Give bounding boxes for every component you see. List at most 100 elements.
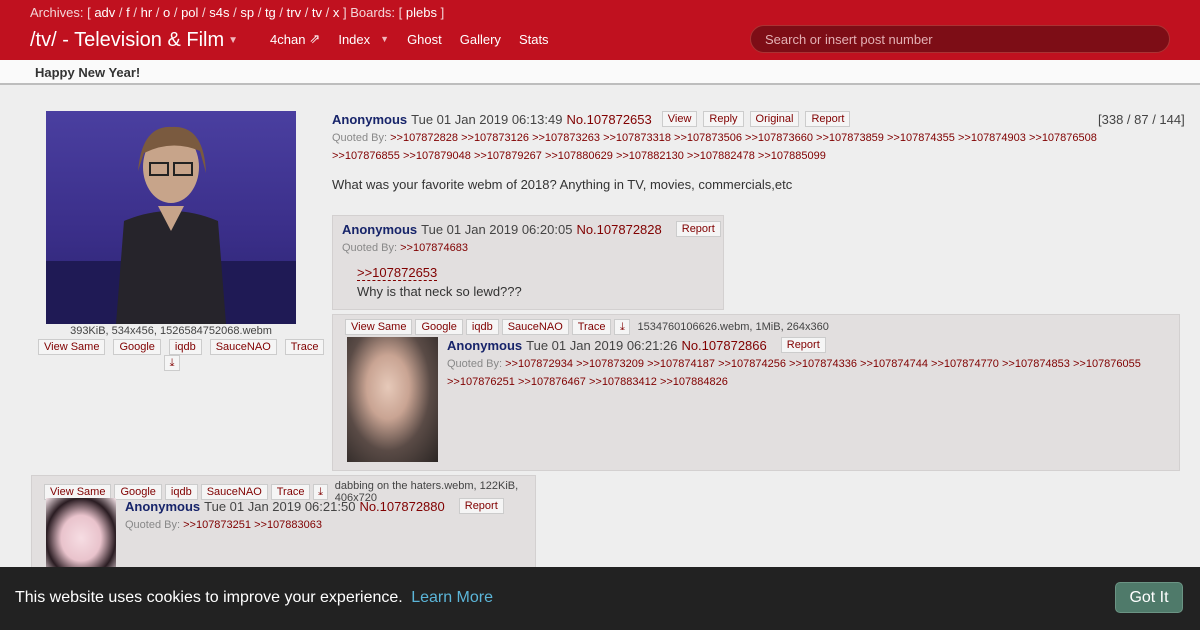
backlink[interactable]: >>107874853 [1002,358,1070,370]
post-number[interactable]: No.107872866 [681,338,766,353]
op-comment: What was your favorite webm of 2018? Any… [332,177,793,192]
backlink[interactable]: >>107876855 [332,150,400,162]
google-button[interactable]: Google [113,339,161,355]
op-thumbnail-image [46,126,296,324]
saucenao-button[interactable]: SauceNAO [501,319,569,335]
backlink[interactable]: >>107873506 [674,132,742,144]
google-button[interactable]: Google [415,319,463,335]
backlink[interactable]: >>107873660 [745,132,813,144]
archive-link-tg[interactable]: tg [265,5,276,20]
backlink[interactable]: >>107880629 [545,150,613,162]
backlink[interactable]: >>107874744 [860,358,928,370]
archive-link-adv[interactable]: adv [94,5,115,20]
post-number[interactable]: No.107872653 [566,112,651,127]
report-button[interactable]: Report [675,221,721,237]
backlink[interactable]: >>107872934 [505,358,573,370]
iqdb-button[interactable]: iqdb [465,319,499,335]
backlink[interactable]: >>107873318 [603,132,671,144]
backlink[interactable]: >>107874187 [647,358,715,370]
view-button[interactable]: View [661,111,698,127]
nav-index-label: Index [338,31,371,47]
report-button[interactable]: Report [458,498,504,514]
op-post-header: Anonymous Tue 01 Jan 2019 06:13:49 No.10… [332,111,851,127]
backlink[interactable]: >>107876508 [1029,132,1097,144]
cookie-banner: This website uses cookies to improve you… [0,567,1200,630]
archive-link-s4s[interactable]: s4s [209,5,229,20]
archive-link-trv[interactable]: trv [287,5,301,20]
backlink[interactable]: >>107885099 [758,150,826,162]
backlink[interactable]: >>107874336 [789,358,857,370]
main-nav: 4chan ⇗ Index ▼ Ghost Gallery Stats [270,31,567,47]
op-file-buttons: View Same Google iqdb SauceNAO Trace [38,339,325,355]
post-number[interactable]: No.107872828 [576,222,661,237]
nav-gallery[interactable]: Gallery [460,31,501,47]
post-thumbnail[interactable] [46,498,116,571]
report-button[interactable]: Report [805,111,851,127]
iqdb-button[interactable]: iqdb [168,339,202,355]
poster-name: Anonymous [332,111,408,127]
backlink[interactable]: >>107879048 [403,150,471,162]
nav-index[interactable]: Index ▼ [338,31,389,47]
nav-stats[interactable]: Stats [519,31,549,47]
original-button[interactable]: Original [749,111,800,127]
search-input[interactable] [750,25,1170,53]
backlink[interactable]: >>107874355 [887,132,955,144]
backlink[interactable]: >>107873859 [816,132,884,144]
op-thumbnail[interactable] [46,111,296,324]
quote-link[interactable]: >>107872653 [357,265,438,281]
file-buttons: View Same Google iqdb SauceNAO Trace ⤓ 1… [345,319,829,335]
post-date: Tue 01 Jan 2019 06:21:50 [204,498,356,514]
learn-more-link[interactable]: Learn More [411,589,493,606]
post-comment: Why is that neck so lewd??? [357,284,522,299]
archive-link-f[interactable]: f [126,5,130,20]
view-same-button[interactable]: View Same [38,339,106,355]
download-icon[interactable]: ⤓ [614,319,631,335]
report-button[interactable]: Report [780,337,826,353]
backlink[interactable]: >>107874770 [931,358,999,370]
post-number[interactable]: No.107872880 [359,499,444,514]
board-title-dropdown[interactable]: /tv/ - Television & Film ▼ [30,29,238,52]
post-thumbnail[interactable] [347,337,438,462]
backlink[interactable]: >>107873126 [461,132,529,144]
backlink[interactable]: >>107882130 [616,150,684,162]
backlink[interactable]: >>107874903 [958,132,1026,144]
backlink[interactable]: >>107872828 [390,132,458,144]
thread-counts: [338 / 87 / 144] [1098,112,1185,127]
backlink[interactable]: >>107884826 [660,376,728,388]
backlink[interactable]: >>107876467 [518,376,586,388]
op-file-info: 393KiB, 534x456, 1526584752068.webm [70,325,272,337]
announcement-text: Happy New Year! [35,65,141,80]
board-link-plebs[interactable]: plebs [406,5,437,20]
backlink[interactable]: >>107879267 [474,150,542,162]
saucenao-button[interactable]: SauceNAO [209,339,277,355]
backlink[interactable]: >>107873263 [532,132,600,144]
backlink[interactable]: >>107876251 [447,376,515,388]
view-same-button[interactable]: View Same [345,319,413,335]
backlink[interactable]: >>107874683 [400,242,468,254]
reply-post: View Same Google iqdb SauceNAO Trace ⤓ 1… [332,314,1180,471]
archive-link-o[interactable]: o [163,5,170,20]
reply-button[interactable]: Reply [703,111,744,127]
archive-link-sp[interactable]: sp [240,5,254,20]
poster-name: Anonymous [342,221,418,237]
backlink[interactable]: >>107882478 [687,150,755,162]
archives-bar: Archives: [ adv / f / hr / o / pol / s4s… [30,5,445,20]
backlink[interactable]: >>107883063 [254,519,322,531]
got-it-button[interactable]: Got It [1115,582,1183,613]
backlink[interactable]: >>107873251 [183,519,251,531]
archive-link-pol[interactable]: pol [181,5,198,20]
external-link-icon: ⇗ [309,31,321,46]
nav-ghost[interactable]: Ghost [407,31,442,47]
archive-link-hr[interactable]: hr [141,5,153,20]
backlink[interactable]: >>107883412 [589,376,657,388]
trace-button[interactable]: Trace [284,339,325,355]
download-icon[interactable]: ⤓ [164,355,180,371]
backlink[interactable]: >>107876055 [1073,358,1141,370]
backlink[interactable]: >>107873209 [576,358,644,370]
nav-4chan[interactable]: 4chan ⇗ [270,31,320,47]
archive-link-tv[interactable]: tv [312,5,322,20]
file-info: 1534760106626.webm, 1MiB, 264x360 [637,321,829,333]
archive-link-x[interactable]: x [333,5,340,20]
trace-button[interactable]: Trace [571,319,612,335]
backlink[interactable]: >>107874256 [718,358,786,370]
